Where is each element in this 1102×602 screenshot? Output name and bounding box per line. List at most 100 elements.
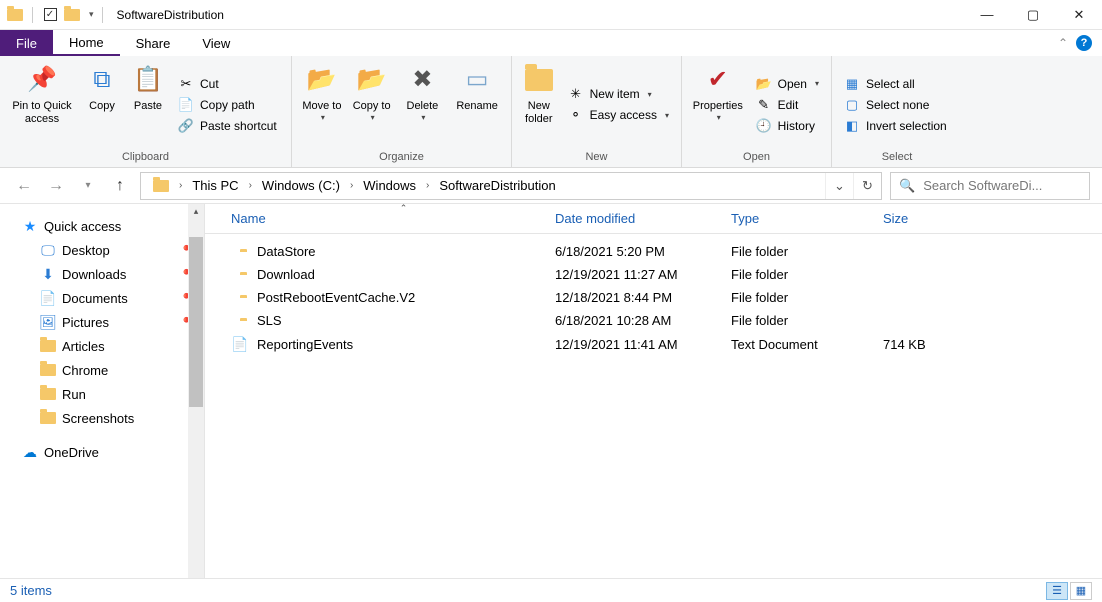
folder-icon bbox=[40, 338, 56, 354]
home-tab[interactable]: Home bbox=[53, 30, 120, 56]
new-folder-button[interactable]: New folder bbox=[518, 60, 560, 149]
breadcrumb-segment[interactable]: This PC bbox=[186, 173, 244, 199]
edit-button[interactable]: ✎Edit bbox=[750, 95, 825, 115]
navigation-pane: ★ Quick access 🖵Desktop📍 ⬇Downloads📍 📄Do… bbox=[0, 204, 205, 578]
quick-access-icon: ★ bbox=[22, 218, 38, 234]
move-to-button[interactable]: 📂 Move to▾ bbox=[298, 60, 346, 149]
file-row[interactable]: Download12/19/2021 11:27 AMFile folder bbox=[205, 263, 1102, 286]
pictures-icon: 🖼 bbox=[40, 314, 56, 330]
navigation-bar: ← → ▾ ↑ › This PC › Windows (C:) › Windo… bbox=[0, 168, 1102, 204]
properties-button[interactable]: ✔ Properties▾ bbox=[688, 60, 748, 149]
details-view-button[interactable]: ☰ bbox=[1046, 582, 1068, 600]
copy-button[interactable]: ⧉ Copy bbox=[80, 60, 124, 149]
collapse-ribbon-icon[interactable]: ⌃ bbox=[1058, 36, 1068, 50]
chevron-right-icon[interactable]: › bbox=[346, 180, 357, 191]
sidebar-item-onedrive[interactable]: ☁OneDrive bbox=[0, 440, 204, 464]
open-button[interactable]: 📂Open▾ bbox=[750, 74, 825, 94]
column-header-type[interactable]: Type bbox=[731, 211, 883, 226]
forward-button[interactable]: → bbox=[44, 174, 68, 198]
invert-selection-button[interactable]: ◧Invert selection bbox=[838, 116, 953, 136]
file-row[interactable]: 📄ReportingEvents12/19/2021 11:41 AMText … bbox=[205, 332, 1102, 357]
edit-icon: ✎ bbox=[756, 97, 772, 113]
address-bar[interactable]: › This PC › Windows (C:) › Windows › Sof… bbox=[140, 172, 882, 200]
status-bar: 5 items ☰ ▦ bbox=[0, 578, 1102, 602]
delete-button[interactable]: ✖ Delete▾ bbox=[398, 60, 448, 149]
maximize-button[interactable]: ▢ bbox=[1010, 0, 1056, 30]
file-name: SLS bbox=[257, 313, 555, 328]
window-title: SoftwareDistribution bbox=[117, 8, 224, 22]
search-icon: 🔍 bbox=[899, 178, 915, 194]
group-label-new: New bbox=[518, 149, 675, 165]
file-row[interactable]: DataStore6/18/2021 5:20 PMFile folder bbox=[205, 240, 1102, 263]
chevron-right-icon[interactable]: › bbox=[422, 180, 433, 191]
history-button[interactable]: 🕘History bbox=[750, 116, 825, 136]
search-input[interactable]: 🔍 Search SoftwareDi... bbox=[890, 172, 1090, 200]
file-type: File folder bbox=[731, 244, 883, 259]
rename-button[interactable]: ▭ Rename bbox=[449, 60, 505, 149]
select-none-icon: ▢ bbox=[844, 97, 860, 113]
folder-icon bbox=[40, 362, 56, 378]
sidebar-item-quick-access[interactable]: ★ Quick access bbox=[0, 214, 204, 238]
sidebar-item-chrome[interactable]: Chrome bbox=[0, 358, 204, 382]
scroll-thumb[interactable] bbox=[189, 237, 203, 407]
group-label-select: Select bbox=[838, 149, 956, 165]
sidebar-item-downloads[interactable]: ⬇Downloads📍 bbox=[0, 262, 204, 286]
thumbnails-view-button[interactable]: ▦ bbox=[1070, 582, 1092, 600]
sidebar-item-screenshots[interactable]: Screenshots bbox=[0, 406, 204, 430]
refresh-button[interactable]: ↻ bbox=[853, 173, 881, 199]
column-header-name[interactable]: Name⌃ bbox=[231, 211, 555, 226]
group-label-organize: Organize bbox=[298, 149, 505, 165]
paste-button[interactable]: 📋 Paste bbox=[126, 60, 170, 149]
pin-to-quick-access-button[interactable]: 📌 Pin to Quick access bbox=[6, 60, 78, 149]
column-header-date[interactable]: Date modified bbox=[555, 211, 731, 226]
file-name: ReportingEvents bbox=[257, 337, 555, 352]
breadcrumb-segment[interactable]: SoftwareDistribution bbox=[433, 173, 561, 199]
rename-icon: ▭ bbox=[461, 64, 493, 96]
delete-icon: ✖ bbox=[406, 64, 438, 96]
back-button[interactable]: ← bbox=[12, 174, 36, 198]
sidebar-item-run[interactable]: Run bbox=[0, 382, 204, 406]
select-none-button[interactable]: ▢Select none bbox=[838, 95, 953, 115]
copy-path-button[interactable]: 📄Copy path bbox=[172, 95, 283, 115]
chevron-right-icon[interactable]: › bbox=[245, 180, 256, 191]
chevron-down-icon[interactable]: ▾ bbox=[89, 9, 94, 20]
column-header-size[interactable]: Size bbox=[883, 211, 983, 226]
address-dropdown[interactable]: ⌄ bbox=[825, 173, 853, 199]
breadcrumb-segment[interactable]: Windows (C:) bbox=[256, 173, 346, 199]
file-date: 12/19/2021 11:27 AM bbox=[555, 267, 731, 282]
chevron-right-icon[interactable]: › bbox=[175, 180, 186, 191]
paste-shortcut-button[interactable]: 🔗Paste shortcut bbox=[172, 116, 283, 136]
file-name: PostRebootEventCache.V2 bbox=[257, 290, 555, 305]
recent-dropdown[interactable]: ▾ bbox=[76, 174, 100, 198]
up-button[interactable]: ↑ bbox=[108, 174, 132, 198]
select-all-icon: ▦ bbox=[844, 76, 860, 92]
file-tab[interactable]: File bbox=[0, 30, 53, 56]
file-row[interactable]: SLS6/18/2021 10:28 AMFile folder bbox=[205, 309, 1102, 332]
scrollbar[interactable]: ▴ bbox=[188, 204, 204, 578]
file-date: 6/18/2021 10:28 AM bbox=[555, 313, 731, 328]
view-tab[interactable]: View bbox=[186, 30, 246, 56]
breadcrumb-segment[interactable]: Windows bbox=[357, 173, 422, 199]
separator bbox=[32, 7, 33, 23]
sidebar-item-desktop[interactable]: 🖵Desktop📍 bbox=[0, 238, 204, 262]
help-icon[interactable]: ? bbox=[1076, 35, 1092, 51]
share-tab[interactable]: Share bbox=[120, 30, 187, 56]
new-item-button[interactable]: ✳New item▾ bbox=[562, 84, 675, 104]
sidebar-item-pictures[interactable]: 🖼Pictures📍 bbox=[0, 310, 204, 334]
onedrive-icon: ☁ bbox=[22, 444, 38, 460]
cut-button[interactable]: ✂Cut bbox=[172, 74, 283, 94]
file-row[interactable]: PostRebootEventCache.V212/18/2021 8:44 P… bbox=[205, 286, 1102, 309]
close-button[interactable]: ✕ bbox=[1056, 0, 1102, 30]
title-bar: ✓ ▾ SoftwareDistribution ― ▢ ✕ bbox=[0, 0, 1102, 30]
minimize-button[interactable]: ― bbox=[964, 0, 1010, 30]
sidebar-item-articles[interactable]: Articles bbox=[0, 334, 204, 358]
sidebar-item-documents[interactable]: 📄Documents📍 bbox=[0, 286, 204, 310]
open-icon: 📂 bbox=[756, 76, 772, 92]
copy-to-button[interactable]: 📂 Copy to▾ bbox=[348, 60, 396, 149]
scroll-up-icon[interactable]: ▴ bbox=[192, 204, 201, 219]
new-item-icon: ✳ bbox=[568, 86, 584, 102]
easy-access-button[interactable]: ⚬Easy access▾ bbox=[562, 105, 675, 125]
select-all-button[interactable]: ▦Select all bbox=[838, 74, 953, 94]
folder-icon bbox=[147, 173, 175, 199]
quick-check-icon[interactable]: ✓ bbox=[41, 6, 59, 24]
